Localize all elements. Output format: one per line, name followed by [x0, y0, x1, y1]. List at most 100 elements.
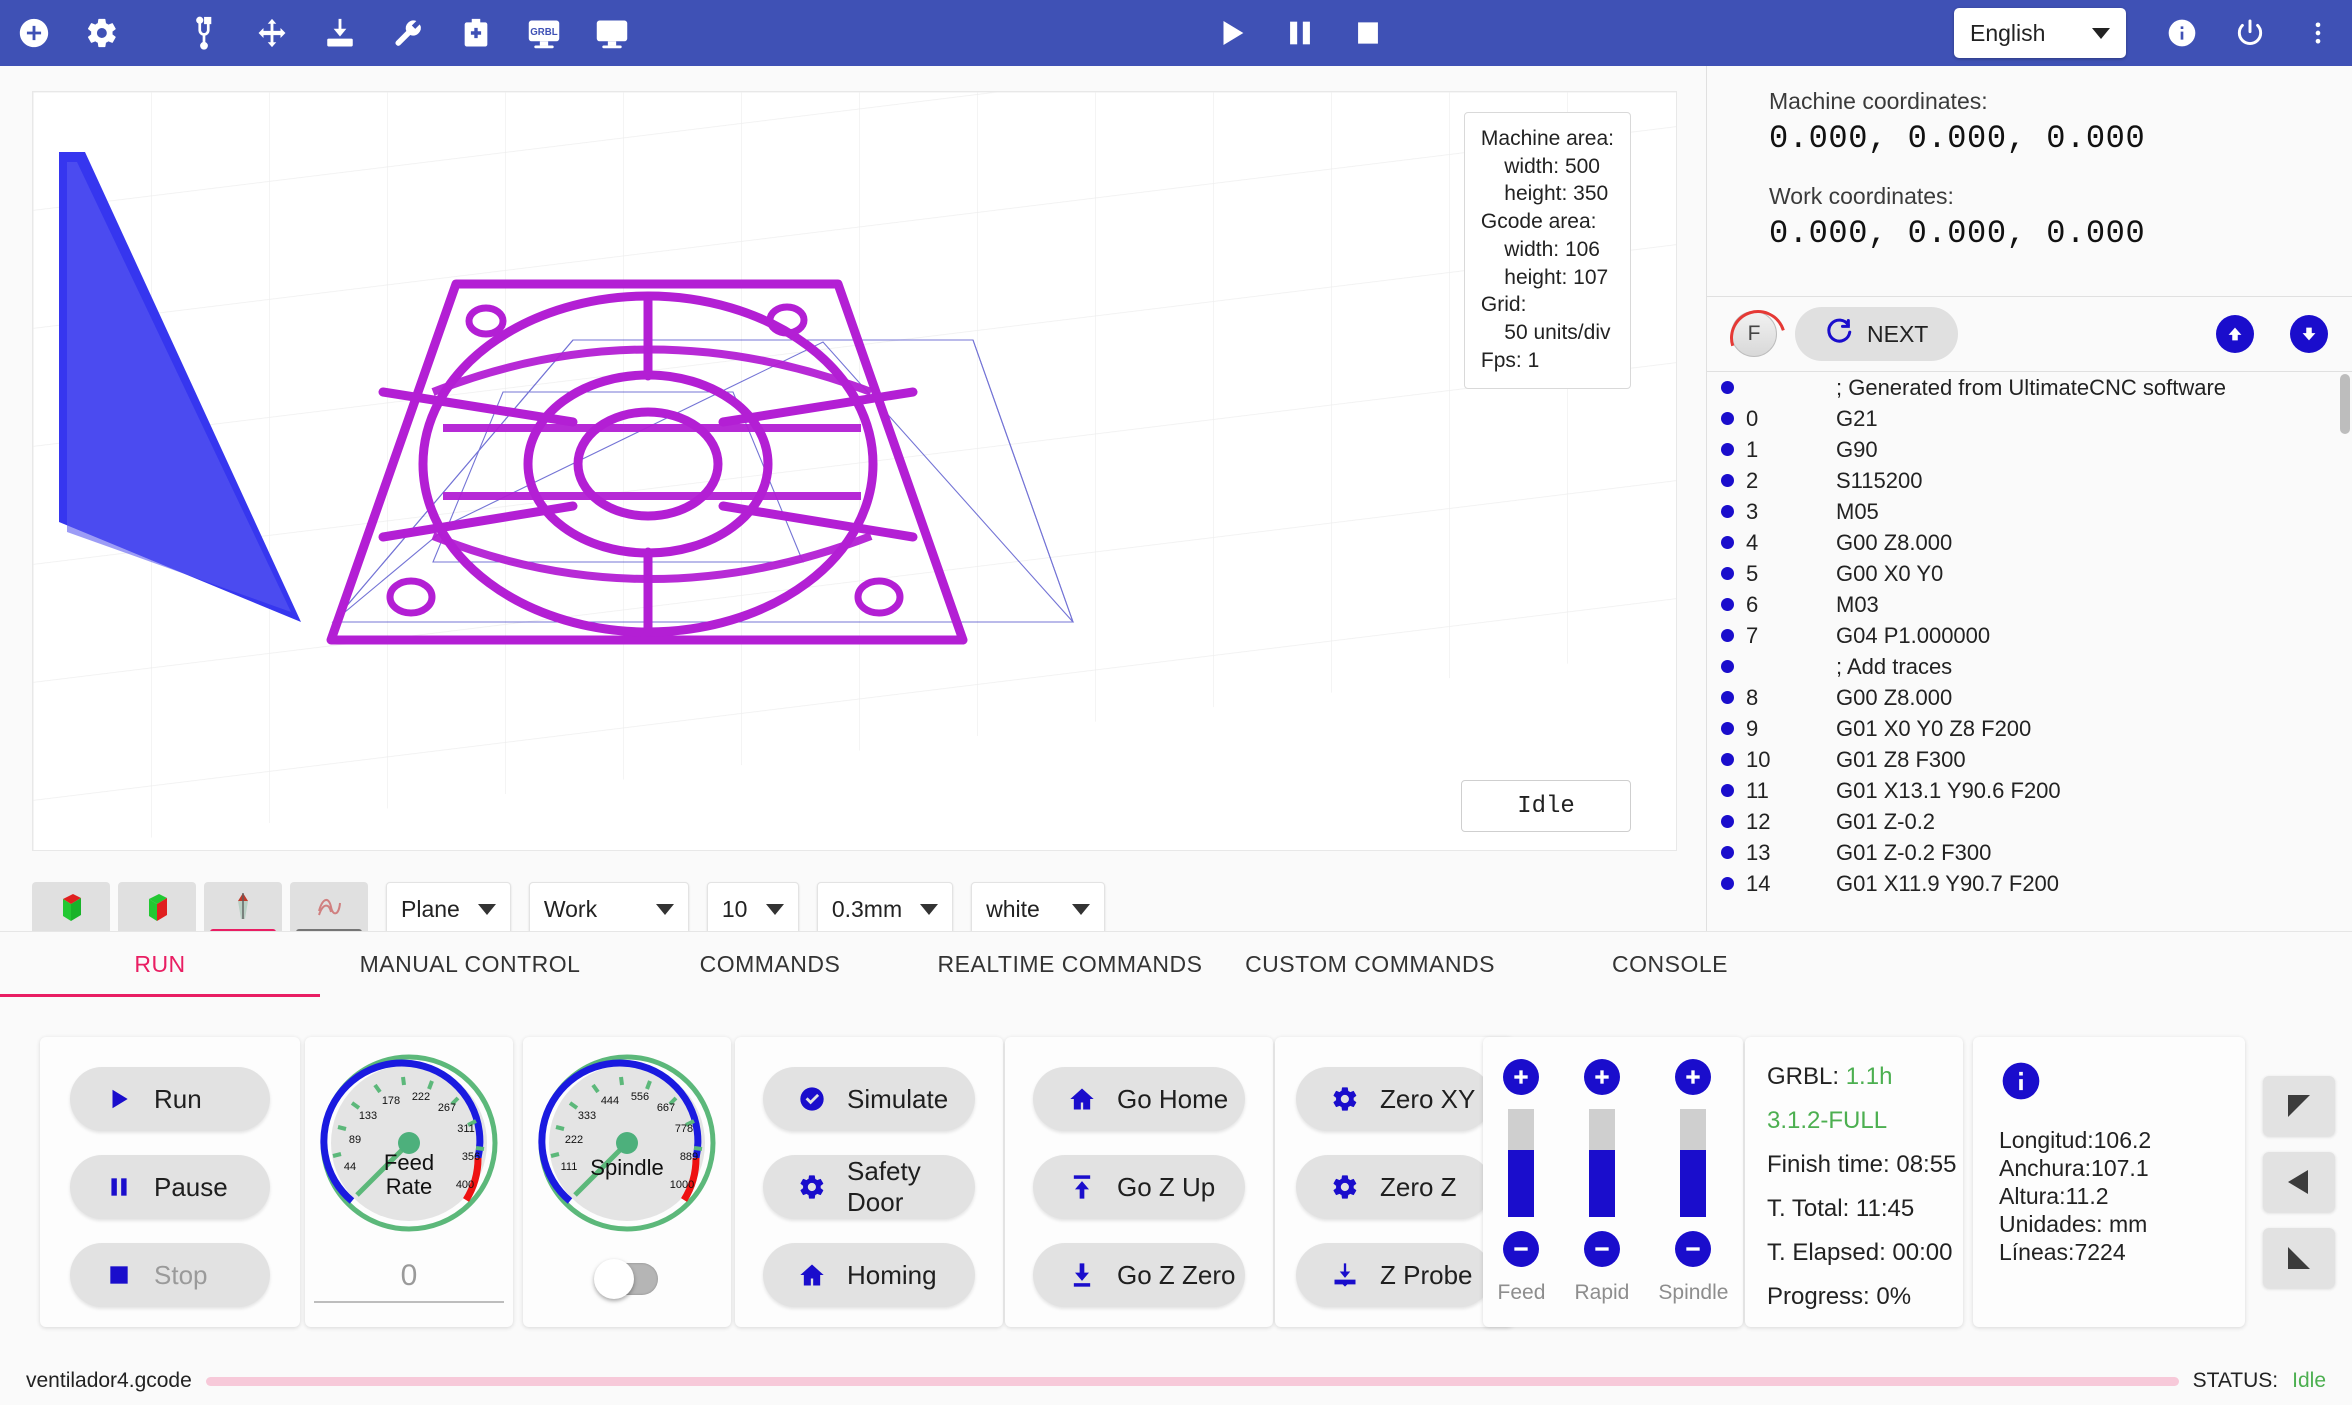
gcode-line-marker-icon[interactable] [1721, 815, 1734, 828]
run-button[interactable]: Run [70, 1067, 270, 1131]
z-probe-button[interactable]: Z Probe [1296, 1243, 1492, 1307]
go-z-up-button[interactable]: Go Z Up [1033, 1155, 1245, 1219]
gcode-line-marker-icon[interactable] [1721, 536, 1734, 549]
spindle-override-increase-button[interactable] [1675, 1059, 1712, 1095]
gear-icon[interactable] [79, 10, 125, 56]
pause-icon[interactable] [1277, 10, 1323, 56]
download-icon[interactable] [317, 10, 363, 56]
rapid-override-decrease-button[interactable] [1583, 1231, 1620, 1267]
gcode-line-marker-icon[interactable] [1721, 629, 1734, 642]
zero-z-button[interactable]: Zero Z [1296, 1155, 1492, 1219]
tab-commands[interactable]: COMMANDS [620, 932, 920, 998]
gcode-line-marker-icon[interactable] [1721, 505, 1734, 518]
next-button[interactable]: NEXT [1795, 307, 1959, 361]
jog-corner-down-button[interactable] [2263, 1228, 2335, 1288]
gcode-line-marker-icon[interactable] [1721, 877, 1734, 890]
gcode-line-row[interactable]: 0 G21 [1707, 403, 2352, 434]
gcode-line-row[interactable]: 6 M03 [1707, 589, 2352, 620]
gcode-line-row[interactable]: 9 G01 X0 Y0 Z8 F200 [1707, 713, 2352, 744]
usb-connect-icon[interactable] [181, 10, 227, 56]
tab-manual-control[interactable]: MANUAL CONTROL [320, 932, 620, 998]
gcode-line-row[interactable]: ; Add traces [1707, 651, 2352, 682]
overflow-menu-icon[interactable] [2295, 10, 2341, 56]
gcode-line-marker-icon[interactable] [1721, 381, 1734, 394]
gcode-line-row[interactable]: 14 G01 X11.9 Y90.7 F200 [1707, 868, 2352, 892]
gcode-line-marker-icon[interactable] [1721, 598, 1734, 611]
rapid-override-increase-button[interactable] [1583, 1059, 1620, 1095]
stop-button[interactable]: Stop [70, 1243, 270, 1307]
language-select[interactable]: English [1954, 8, 2126, 58]
gcode-line-row[interactable]: 12 G01 Z-0.2 [1707, 806, 2352, 837]
scroll-up-button[interactable] [2216, 315, 2254, 353]
wrench-icon[interactable] [385, 10, 431, 56]
gcode-line-marker-icon[interactable] [1721, 753, 1734, 766]
move-axis-icon[interactable] [249, 10, 295, 56]
zero-xy-button[interactable]: Zero XY [1296, 1067, 1492, 1131]
jog-left-button[interactable] [2263, 1152, 2335, 1212]
gcode-line-row[interactable]: 10 G01 Z8 F300 [1707, 744, 2352, 775]
gcode-line-marker-icon[interactable] [1721, 691, 1734, 704]
gcode-3d-viewport[interactable]: Machine area: width: 500 height: 350 Gco… [32, 91, 1677, 851]
gcode-line-marker-icon[interactable] [1721, 567, 1734, 580]
alt-view-button[interactable] [118, 882, 196, 936]
step-select[interactable]: 10 [706, 882, 799, 936]
precision-select[interactable]: 0.3mm [816, 882, 954, 936]
jog-corner-up-button[interactable] [2263, 1076, 2335, 1136]
gcode-list-scrollbar[interactable] [2340, 374, 2350, 434]
gcode-line-marker-icon[interactable] [1721, 660, 1734, 673]
gcode-line-row[interactable]: 13 G01 Z-0.2 F300 [1707, 837, 2352, 868]
homing-button[interactable]: Homing [763, 1243, 975, 1307]
gcode-line-row[interactable]: 2 S115200 [1707, 465, 2352, 496]
gcode-line-row[interactable]: ; Generated from UltimateCNC software [1707, 372, 2352, 403]
grbl-monitor-icon[interactable]: GRBL [521, 10, 567, 56]
feed-rate-gauge[interactable]: 44 89 133 178 222 267 311 356 400 Feed Rate [319, 1053, 499, 1233]
gcode-line-row[interactable]: 4 G00 Z8.000 [1707, 527, 2352, 558]
feed-dial-indicator[interactable]: F [1731, 311, 1777, 357]
gcode-line-marker-icon[interactable] [1721, 474, 1734, 487]
gcode-line-marker-icon[interactable] [1721, 412, 1734, 425]
gcode-line-marker-icon[interactable] [1721, 784, 1734, 797]
safety-door-button[interactable]: Safety Door [763, 1155, 975, 1219]
gcode-line-row[interactable]: 3 M05 [1707, 496, 2352, 527]
tab-run[interactable]: RUN [0, 932, 320, 998]
power-icon[interactable] [2227, 10, 2273, 56]
gcode-line-row[interactable]: 5 G00 X0 Y0 [1707, 558, 2352, 589]
feed-override-decrease-button[interactable] [1503, 1231, 1540, 1267]
stop-icon[interactable] [1345, 10, 1391, 56]
gcode-line-marker-icon[interactable] [1721, 443, 1734, 456]
tab-realtime-commands[interactable]: REALTIME COMMANDS [920, 932, 1220, 998]
gcode-line-row[interactable]: 11 G01 X13.1 Y90.6 F200 [1707, 775, 2352, 806]
gcode-line-list[interactable]: ; Generated from UltimateCNC software 0 G2… [1707, 372, 2352, 892]
gcode-line-row[interactable]: 7 G04 P1.000000 [1707, 620, 2352, 651]
screen-icon[interactable] [589, 10, 635, 56]
feed-override-slider[interactable] [1508, 1109, 1535, 1217]
add-circle-icon[interactable] [11, 10, 57, 56]
simulate-button[interactable]: Simulate [763, 1067, 975, 1131]
gcode-line-row[interactable]: 1 G90 [1707, 434, 2352, 465]
spindle-gauge[interactable]: 111 222 333 444 556 667 778 889 1000 Spindle [537, 1053, 717, 1233]
gcode-line-marker-icon[interactable] [1721, 722, 1734, 735]
path-view-button[interactable] [290, 882, 368, 936]
go-z-zero-button[interactable]: Go Z Zero [1033, 1243, 1245, 1307]
tab-custom-commands[interactable]: CUSTOM COMMANDS [1220, 932, 1520, 998]
spindle-toggle[interactable] [594, 1259, 658, 1299]
color-select[interactable]: white [971, 882, 1106, 936]
iso-view-button[interactable] [32, 882, 110, 936]
scroll-down-button[interactable] [2290, 315, 2328, 353]
spindle-override-decrease-button[interactable] [1675, 1231, 1712, 1267]
tab-console[interactable]: CONSOLE [1520, 932, 1820, 998]
rapid-override-slider[interactable] [1588, 1109, 1615, 1217]
firstaid-kit-icon[interactable] [453, 10, 499, 56]
gcode-line-row[interactable]: 8 G00 Z8.000 [1707, 682, 2352, 713]
plane-select[interactable]: Plane [386, 882, 511, 936]
feed-rate-input-underline[interactable] [314, 1301, 504, 1303]
play-icon[interactable] [1209, 10, 1255, 56]
feed-override-increase-button[interactable] [1503, 1059, 1540, 1095]
info-icon[interactable] [2159, 10, 2205, 56]
coordinate-select[interactable]: Work [528, 882, 689, 936]
spindle-override-slider[interactable] [1680, 1109, 1707, 1217]
pause-button[interactable]: Pause [70, 1155, 270, 1219]
tool-view-button[interactable] [204, 882, 282, 936]
gcode-line-marker-icon[interactable] [1721, 846, 1734, 859]
go-home-button[interactable]: Go Home [1033, 1067, 1245, 1131]
